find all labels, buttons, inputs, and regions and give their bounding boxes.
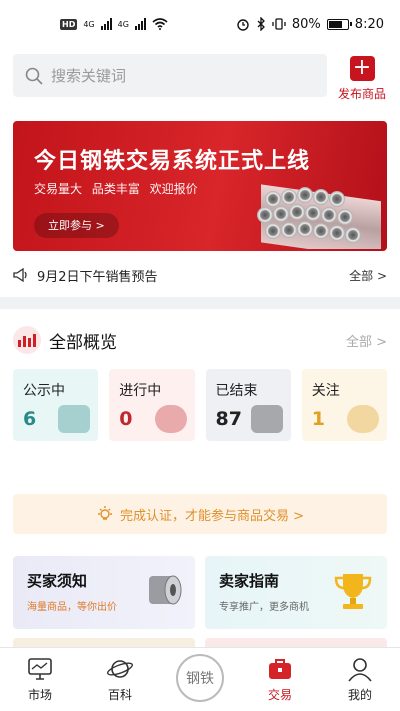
battery-icon [326, 18, 352, 30]
center-logo: 钢铁 [176, 653, 224, 702]
battery-fill [328, 20, 343, 28]
plus-icon: + [349, 56, 375, 81]
publish-button[interactable]: + 发布商品 [334, 56, 390, 102]
status-right: 80% 8:20 [236, 17, 384, 32]
signal-2-icon [134, 18, 146, 30]
signal-1-icon [100, 18, 112, 30]
seller-guide-title: 卖家指南 [219, 572, 280, 590]
seller-guide-subtitle: 专享推广，更多商机 [219, 602, 309, 613]
card-ended[interactable]: 已结束 87 [205, 369, 291, 441]
tab-label: 百科 [107, 688, 132, 702]
seller-guide-card[interactable]: 卖家指南 专享推广，更多商机 [205, 556, 387, 629]
banner-subtitle: 交易量大 品类丰富 欢迎报价 [34, 182, 198, 196]
megaphone-icon [13, 268, 27, 282]
target-icon [347, 405, 379, 433]
buyer-guide-card[interactable]: 买家须知 海量商品，等你出价 [13, 556, 195, 629]
planet-icon [107, 660, 133, 678]
status-left: HD 4G 4G [60, 18, 168, 30]
hd-badge: HD [60, 18, 78, 30]
certification-prompt[interactable]: 完成认证，才能参与商品交易 > [13, 494, 387, 534]
banner-title: 今日钢铁交易系统正式上线 [34, 149, 311, 174]
clock: 8:20 [354, 16, 384, 32]
clock-icon [154, 405, 187, 433]
search-bar[interactable] [13, 54, 327, 97]
overview-title: 全部概览 [49, 332, 117, 353]
overview-more-link[interactable]: 全部 > [346, 331, 387, 350]
notice-more-link[interactable]: 全部 > [349, 267, 387, 284]
section-divider [0, 297, 400, 309]
user-icon [348, 658, 372, 682]
card-value: 87 [215, 408, 242, 430]
battery-percent: 80% [291, 16, 321, 32]
search-input[interactable] [51, 66, 291, 85]
tab-profile[interactable]: 我的 [320, 648, 400, 711]
card-label: 已结束 [215, 383, 258, 399]
vibrate-icon [272, 18, 286, 30]
publish-label: 发布商品 [337, 87, 386, 101]
tab-market[interactable]: 市场 [0, 648, 80, 711]
buyer-guide-subtitle: 海量商品，等你出价 [27, 602, 117, 613]
certification-text: 完成认证，才能参与商品交易 > [119, 508, 305, 524]
briefcase-icon [269, 659, 291, 679]
calendar-icon [250, 405, 283, 433]
card-following[interactable]: 关注 1 [301, 369, 387, 441]
signal-2-label: 4G [117, 19, 129, 29]
card-value: 6 [23, 408, 37, 430]
bottom-tab-bar: 市场 百科 钢铁 交易 我的 [0, 647, 400, 711]
buyer-guide-title: 买家须知 [27, 572, 88, 590]
card-label: 关注 [311, 383, 340, 399]
ticket-icon [58, 405, 91, 433]
bar-chart-icon [13, 326, 41, 354]
status-bar: HD 4G 4G 80% 8:20 [0, 0, 400, 48]
notice-text: 9月2日下午销售预告 [37, 269, 158, 285]
signal-1-label: 4G [83, 19, 95, 29]
card-label: 公示中 [23, 383, 65, 399]
alarm-icon [237, 19, 249, 31]
trophy-icon [334, 574, 372, 609]
bluetooth-icon [257, 17, 265, 31]
card-value: 0 [119, 408, 133, 430]
tab-label: 交易 [267, 688, 292, 702]
steel-coil-image [149, 575, 182, 605]
monitor-icon [28, 658, 52, 680]
tab-label: 市场 [27, 688, 52, 702]
tab-steel[interactable]: 钢铁 [160, 648, 240, 711]
overview-cards: 公示中 6 进行中 0 已结束 87 关注 1 [13, 369, 387, 441]
lightbulb-icon [97, 506, 112, 520]
card-value: 1 [311, 408, 325, 430]
steel-pipes-image [257, 184, 381, 249]
banner-join-button[interactable]: 立即参与 > [34, 213, 119, 238]
card-in-progress[interactable]: 进行中 0 [109, 369, 195, 441]
card-announced[interactable]: 公示中 6 [13, 369, 99, 441]
sales-notice[interactable]: 9月2日下午销售预告 全部 > [13, 261, 387, 289]
tab-encyclopedia[interactable]: 百科 [80, 648, 160, 711]
search-icon [25, 67, 43, 85]
tab-trade[interactable]: 交易 [240, 648, 320, 711]
promo-banner[interactable]: 今日钢铁交易系统正式上线 交易量大 品类丰富 欢迎报价 立即参与 > [13, 121, 387, 251]
wifi-icon [152, 18, 168, 30]
overview-header: 全部概览 全部 > [13, 326, 387, 354]
card-label: 进行中 [119, 383, 162, 399]
tab-label: 我的 [347, 688, 372, 702]
